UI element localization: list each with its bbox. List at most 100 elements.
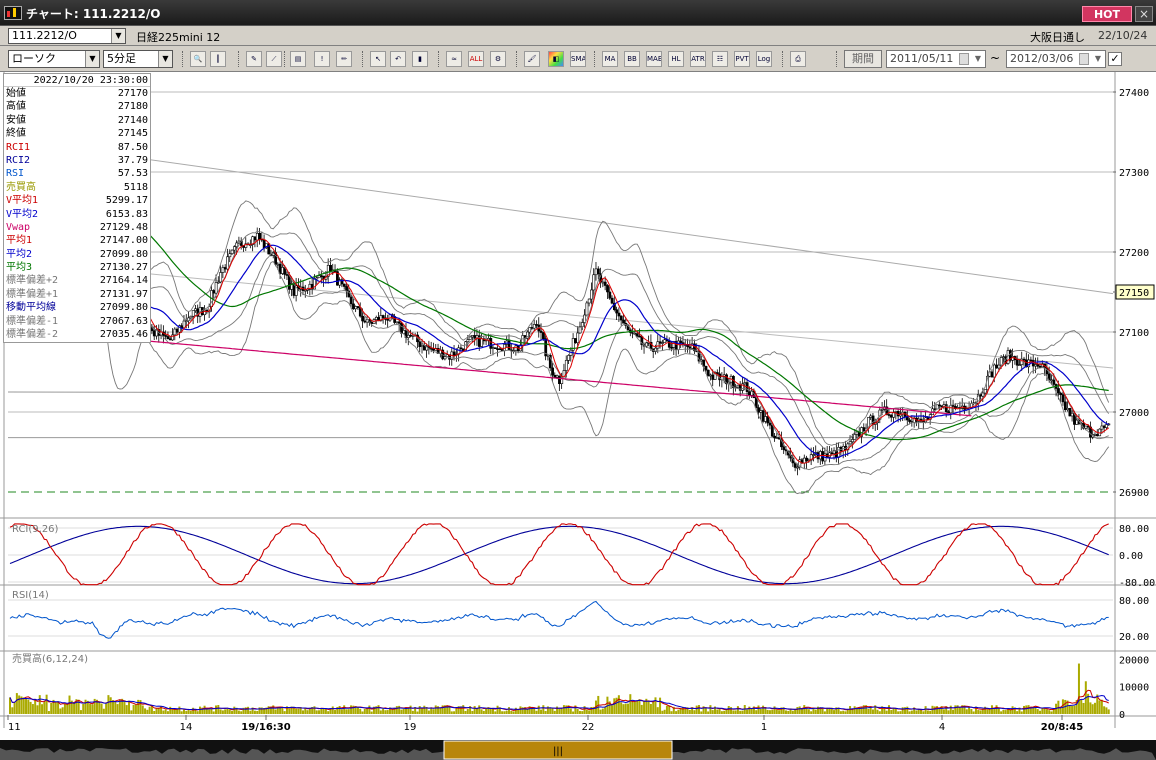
volume-bar bbox=[489, 708, 492, 714]
candle-body bbox=[420, 345, 424, 348]
volume-bar bbox=[720, 711, 723, 714]
export-icon[interactable]: ⎙ bbox=[790, 51, 806, 67]
candle-body bbox=[775, 437, 779, 439]
volume-bar bbox=[386, 710, 389, 714]
chart-canvas[interactable]: 27400 27300 27200 27150 27100 27000 26900 RCI(9… bbox=[0, 72, 1156, 740]
volume-bar bbox=[215, 705, 218, 714]
data-panel-label: 終値 bbox=[6, 128, 26, 140]
volume-bar bbox=[768, 710, 771, 714]
calendar-icon[interactable] bbox=[1079, 53, 1089, 65]
candle-body bbox=[1105, 424, 1108, 428]
mae-icon[interactable]: MAE bbox=[646, 51, 662, 67]
volume-bar bbox=[704, 707, 707, 714]
apply-period-checkbox[interactable]: ✓ bbox=[1108, 52, 1122, 66]
atr-icon[interactable]: ATR bbox=[690, 51, 706, 67]
memo-icon[interactable]: ▤ bbox=[290, 51, 306, 67]
chevron-down-icon[interactable]: ▼ bbox=[1091, 51, 1105, 67]
chart-scrollbar[interactable]: ||| bbox=[0, 740, 1156, 760]
pen-icon[interactable]: ✏ bbox=[336, 51, 352, 67]
cursor-icon[interactable]: ┃ bbox=[210, 51, 226, 67]
candle-body bbox=[981, 392, 985, 397]
volume-bar bbox=[169, 706, 172, 714]
scroll-overview[interactable]: ||| bbox=[0, 740, 1156, 760]
volume-bar bbox=[146, 709, 149, 714]
ma-icon[interactable]: MA bbox=[602, 51, 618, 67]
price-tick-label: 27100 bbox=[1119, 328, 1149, 339]
volume-bar bbox=[771, 709, 774, 714]
chart-type-value: ローソク bbox=[12, 52, 56, 65]
volume-bar bbox=[716, 709, 719, 714]
chevron-down-icon[interactable]: ▼ bbox=[971, 51, 985, 67]
volume-bar bbox=[800, 708, 803, 714]
trend-icon[interactable]: ⟋ bbox=[266, 51, 282, 67]
wave-icon[interactable]: ≈ bbox=[446, 51, 462, 67]
volume-bar bbox=[750, 708, 753, 714]
palette-icon[interactable]: ◧ bbox=[548, 51, 564, 67]
candle-icon[interactable]: ▮ bbox=[412, 51, 428, 67]
ohlc-data-panel: 2022/10/20 23:30:00 始値 27170 高値 27180 安値 2714… bbox=[3, 73, 151, 343]
candle-body bbox=[228, 253, 232, 258]
pvt-icon[interactable]: PVT bbox=[734, 51, 750, 67]
volume-bar bbox=[384, 710, 387, 714]
alert-icon[interactable]: ! bbox=[314, 51, 330, 67]
param-icon[interactable]: ☷ bbox=[712, 51, 728, 67]
price-tick-label: 27000 bbox=[1119, 408, 1149, 419]
volume-bar bbox=[128, 700, 131, 714]
hl-icon[interactable]: HL bbox=[668, 51, 684, 67]
chart-type-select[interactable]: ローソク ▼ bbox=[8, 50, 100, 68]
chart-area[interactable]: 27400 27300 27200 27150 27100 27000 26900 RCI(9… bbox=[0, 72, 1156, 740]
volume-bar bbox=[370, 711, 373, 714]
volume-bar bbox=[585, 709, 588, 714]
volume-bar bbox=[18, 695, 21, 714]
bb-icon[interactable]: BB bbox=[624, 51, 640, 67]
volume-bar bbox=[482, 710, 485, 714]
volume-bar bbox=[347, 709, 350, 714]
volume-bar bbox=[723, 710, 726, 714]
settings-icon[interactable]: ⚙ bbox=[490, 51, 506, 67]
data-panel-row: V平均1 5299.17 bbox=[4, 194, 150, 207]
volume-bar bbox=[361, 711, 364, 714]
candle-body bbox=[216, 281, 220, 284]
candle-body bbox=[1052, 379, 1056, 385]
zoom-icon[interactable]: 🔍 bbox=[190, 51, 206, 67]
select-icon[interactable]: ↖ bbox=[370, 51, 386, 67]
candle-body bbox=[562, 370, 566, 380]
candle-body bbox=[468, 336, 472, 340]
candle-body bbox=[182, 320, 186, 329]
date-to-value: 2012/03/06 bbox=[1010, 52, 1074, 65]
volume-bar bbox=[283, 711, 286, 714]
candle-body bbox=[320, 275, 323, 277]
data-panel-value: 27129.48 bbox=[99, 221, 148, 233]
volume-bar bbox=[178, 706, 181, 714]
volume-bar bbox=[995, 705, 998, 714]
sma-icon[interactable]: SMA bbox=[570, 51, 586, 67]
date-to-field[interactable]: 2012/03/06 ▼ bbox=[1006, 50, 1106, 68]
volume-bar bbox=[638, 699, 641, 714]
symbol-code-select[interactable]: 111.2212/O ▼ bbox=[8, 28, 126, 44]
chevron-down-icon[interactable]: ▼ bbox=[111, 29, 125, 43]
calendar-icon[interactable] bbox=[959, 53, 969, 65]
brush-icon[interactable]: 🖌 bbox=[524, 51, 540, 67]
close-icon[interactable]: × bbox=[1135, 6, 1153, 22]
candle-body bbox=[596, 268, 600, 275]
chevron-down-icon[interactable]: ▼ bbox=[85, 51, 99, 67]
chevron-down-icon[interactable]: ▼ bbox=[158, 51, 172, 67]
candle-body bbox=[862, 427, 866, 432]
period-button[interactable]: 期間 bbox=[844, 50, 882, 68]
volume-bar bbox=[640, 704, 643, 714]
date-from-field[interactable]: 2011/05/11 ▼ bbox=[886, 50, 986, 68]
hot-button[interactable]: HOT bbox=[1082, 6, 1132, 22]
timeframe-select[interactable]: 5分足 ▼ bbox=[103, 50, 173, 68]
all-icon[interactable]: ALL bbox=[468, 51, 484, 67]
volume-bar bbox=[45, 694, 48, 714]
candle-body bbox=[574, 338, 577, 344]
title-bar[interactable]: チャート: 111.2212/O HOT × bbox=[0, 0, 1156, 26]
volume-bar bbox=[654, 697, 657, 714]
undo-icon[interactable]: ↶ bbox=[390, 51, 406, 67]
log-icon[interactable]: Log bbox=[756, 51, 772, 67]
candle-body bbox=[551, 367, 554, 376]
draw-icon[interactable]: ✎ bbox=[246, 51, 262, 67]
volume-bar bbox=[544, 711, 547, 714]
volume-bar bbox=[736, 706, 739, 714]
candle-body bbox=[1018, 364, 1021, 366]
